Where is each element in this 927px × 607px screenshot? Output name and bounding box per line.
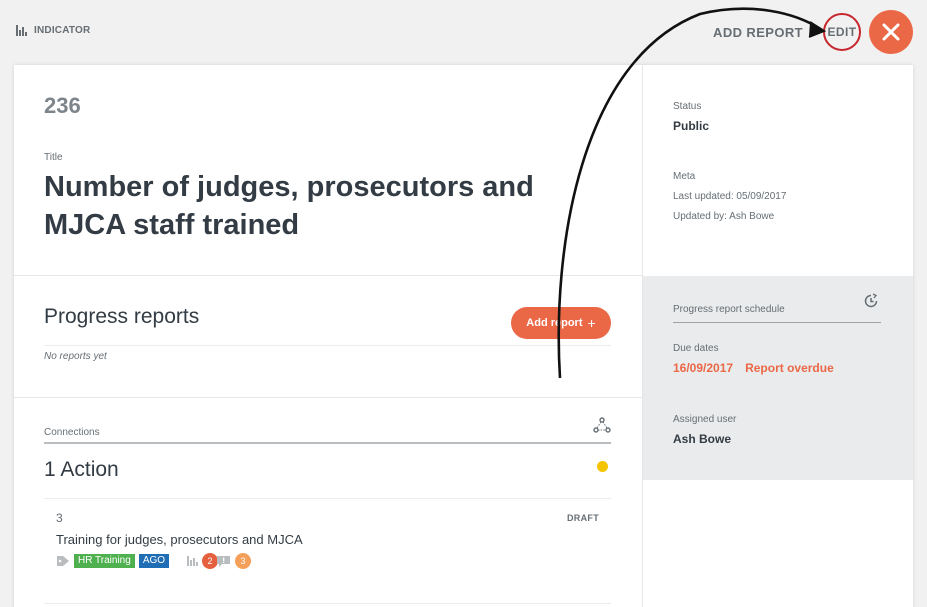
actions-heading: 1 Action (44, 458, 119, 481)
action-ref: 3 (56, 511, 63, 525)
breadcrumb-label: INDICATOR (34, 25, 91, 36)
clock-icon[interactable] (863, 293, 879, 309)
bar-chart-icon (187, 556, 199, 566)
schedule-label: Progress report schedule (673, 304, 785, 315)
action-meta: HR Training AGO 2 3 (56, 553, 252, 569)
plus-icon: + (587, 315, 596, 331)
indicator-card: 236 Title Number of judges, prosecutors … (14, 65, 913, 607)
main-column: 236 Title Number of judges, prosecutors … (14, 65, 643, 607)
indicator-ref: 236 (44, 93, 81, 118)
edit-button[interactable]: EDIT (823, 13, 861, 51)
due-date: 16/09/2017 (673, 361, 734, 375)
title-label: Title (44, 152, 63, 163)
list-item[interactable]: 3 DRAFT Training for judges, prosecutors… (44, 499, 611, 603)
status-dot (597, 461, 608, 472)
progress-reports-section: Progress reports Add report + No reports… (14, 276, 643, 398)
add-report-label: Add report (526, 317, 583, 329)
sidebar: Status Public Meta Last updated: 05/09/2… (643, 65, 913, 607)
meta-panel: Status Public Meta Last updated: 05/09/2… (643, 65, 913, 276)
meta-label: Meta (673, 171, 696, 182)
status-value: Public (673, 119, 710, 133)
assigned-user: Ash Bowe (673, 432, 732, 446)
last-updated: Last updated: 05/09/2017 (673, 191, 787, 202)
alert-comment-icon (217, 555, 231, 567)
connections-label: Connections (44, 427, 100, 438)
due-date-row: 16/09/2017 Report overdue (673, 361, 834, 375)
due-dates-label: Due dates (673, 343, 719, 354)
indicator-title: Number of judges, prosecutors and MJCA s… (44, 171, 534, 241)
breadcrumb: INDICATOR (16, 25, 90, 36)
updated-by: Updated by: Ash Bowe (673, 211, 775, 222)
add-report-button[interactable]: Add report + (511, 307, 611, 339)
bar-chart-icon (16, 25, 27, 36)
action-title: Training for judges, prosecutors and MJC… (56, 532, 303, 547)
category-tag[interactable]: HR Training (74, 554, 135, 568)
close-icon (882, 23, 900, 41)
schedule-divider (673, 322, 881, 323)
progress-reports-heading: Progress reports (44, 305, 200, 328)
indicator-header: 236 Title Number of judges, prosecutors … (14, 65, 643, 276)
tag-icon (57, 556, 69, 566)
category-tag[interactable]: AGO (138, 554, 170, 568)
overdue-status: Report overdue (745, 361, 834, 375)
top-bar: INDICATOR ADD REPORT EDIT (0, 0, 927, 64)
connections-icon[interactable] (593, 417, 611, 433)
status-label: Status (673, 101, 702, 112)
add-report-link[interactable]: ADD REPORT (713, 25, 803, 40)
status-badge: DRAFT (567, 513, 599, 523)
divider (44, 603, 611, 604)
divider (44, 345, 611, 346)
assigned-user-label: Assigned user (673, 414, 737, 425)
connections-divider (44, 442, 611, 444)
no-reports-text: No reports yet (44, 351, 107, 362)
connections-section: Connections 1 Action 3 DRAFT Training fo… (14, 398, 643, 607)
close-button[interactable] (869, 10, 913, 54)
comment-count-badge: 3 (235, 553, 252, 569)
report-schedule-panel: Progress report schedule Due dates 16/09… (643, 276, 913, 480)
